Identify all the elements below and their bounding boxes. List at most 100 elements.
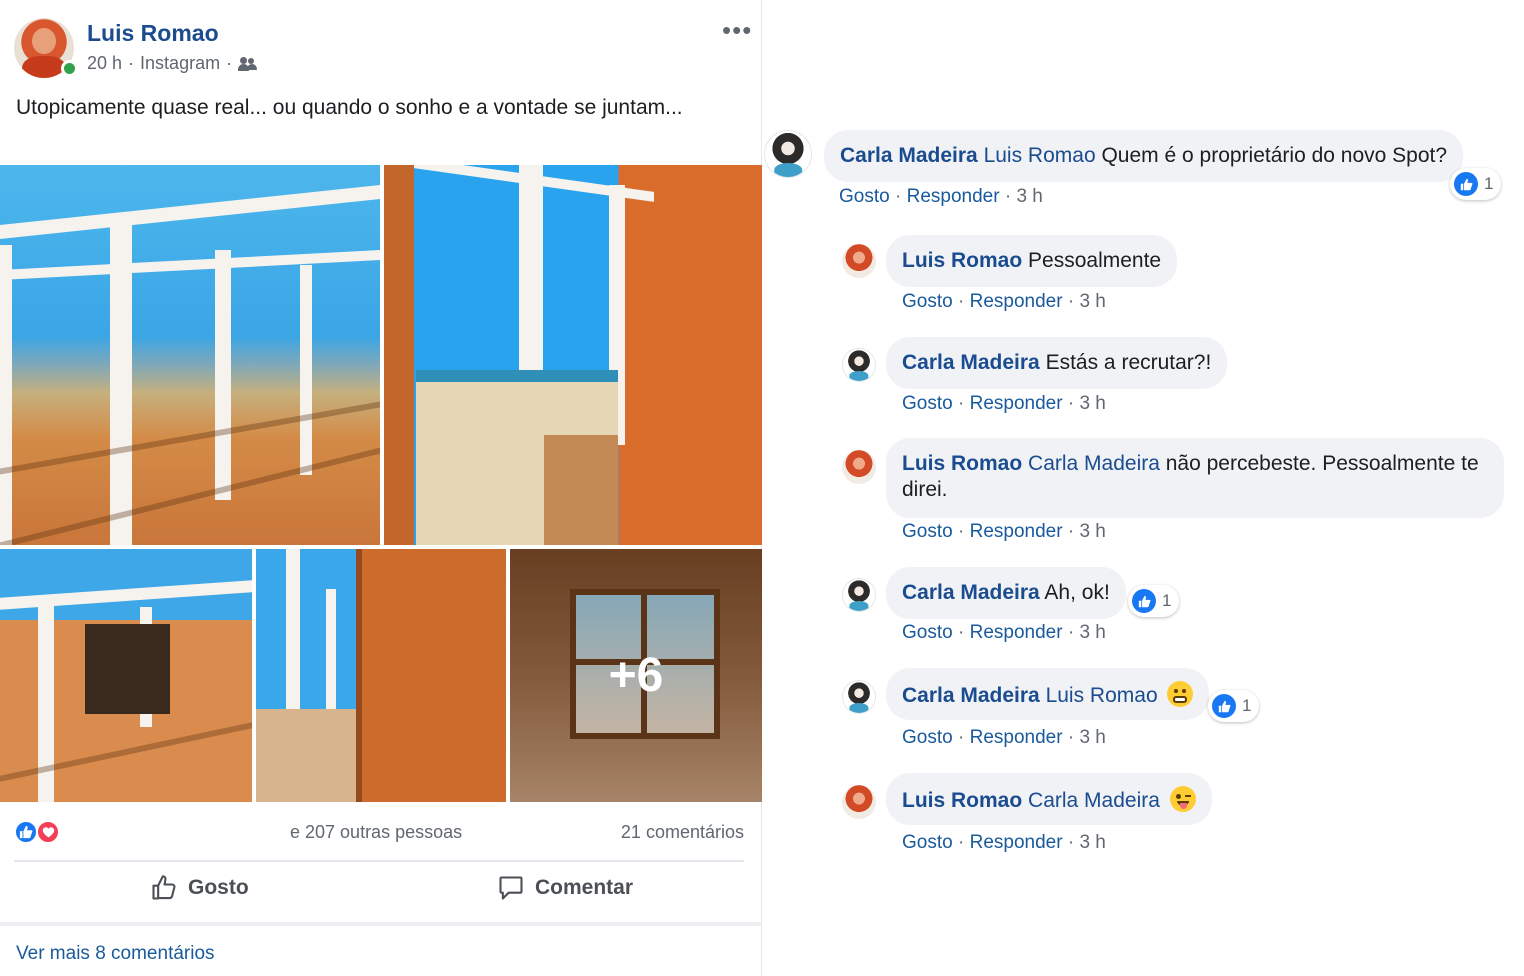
comment-reply-link[interactable]: Responder [970, 622, 1063, 643]
comment-text: Estás a recrutar?! [1045, 351, 1212, 374]
avatar[interactable] [842, 244, 876, 278]
meta-separator: · [894, 186, 902, 207]
comment-like-badge[interactable]: 1 [1208, 690, 1260, 722]
facebook-post: Luis Romao 20 h · Instagram · ••• Utopic… [0, 0, 762, 976]
post-text: Utopicamente quase real... ou quando o s… [16, 96, 683, 119]
comment-actions: Gosto · Responder · 3 h [902, 291, 1106, 313]
comment-reply-link[interactable]: Responder [970, 291, 1063, 312]
post-author-name[interactable]: Luis Romao [87, 20, 219, 47]
thumbs-up-icon [1132, 589, 1156, 613]
post-photo-5[interactable]: +6 [510, 549, 762, 802]
comment-text: Pessoalmente [1028, 249, 1162, 272]
comment-like-badge[interactable]: 1 [1450, 168, 1502, 200]
meta-separator: · [957, 521, 965, 542]
meta-separator: · [1067, 393, 1075, 414]
comment-text: Ah, ok! [1044, 581, 1110, 604]
comment-author[interactable]: Carla Madeira [902, 351, 1040, 374]
like-count: 1 [1484, 174, 1494, 193]
comment-reply-link[interactable]: Responder [907, 186, 1000, 207]
meta-separator: · [957, 727, 965, 748]
divider [14, 860, 744, 862]
comment-reply-link[interactable]: Responder [970, 832, 1063, 853]
more-photos-count[interactable]: +6 [510, 549, 762, 802]
meta-separator: · [128, 53, 135, 73]
thumbs-up-icon [1454, 172, 1478, 196]
like-button-label: Gosto [188, 876, 249, 899]
reactions-summary: e 207 outras pessoas 21 comentários [14, 818, 744, 848]
comment-bubble: Carla Madeira Ah, ok! [886, 567, 1126, 619]
like-button[interactable]: Gosto [150, 874, 249, 902]
comment-time[interactable]: 3 h [1079, 291, 1105, 312]
comment-author[interactable]: Carla Madeira [840, 144, 978, 167]
comment-bubble-icon [499, 876, 523, 900]
comments-count[interactable]: 21 comentários [621, 822, 744, 843]
comment-actions: Gosto · Responder · 3 h [902, 521, 1106, 543]
comment-actions: Gosto · Responder · 3 h [902, 727, 1106, 749]
avatar[interactable] [842, 785, 876, 819]
comment-like-link[interactable]: Gosto [902, 727, 953, 748]
comment-time[interactable]: 3 h [1016, 186, 1042, 207]
meta-separator: · [1067, 622, 1075, 643]
meta-separator: · [1067, 832, 1075, 853]
comment-author[interactable]: Carla Madeira [902, 684, 1040, 707]
post-time[interactable]: 20 h [87, 53, 122, 74]
friends-audience-icon[interactable] [238, 56, 258, 72]
comment-author[interactable]: Luis Romao [902, 452, 1022, 475]
post-photo-4[interactable] [256, 549, 506, 802]
comment-like-link[interactable]: Gosto [902, 622, 953, 643]
comment-like-link[interactable]: Gosto [902, 291, 953, 312]
avatar[interactable] [842, 578, 876, 612]
see-more-comments-link[interactable]: Ver mais 8 comentários [16, 943, 215, 965]
comment-mention[interactable]: Carla Madeira [1028, 789, 1160, 812]
meta-separator: · [1067, 727, 1075, 748]
comment-bubble: Carla Madeira Luis Romao Quem é o propri… [824, 130, 1464, 182]
comment-bubble: Luis Romao Carla Madeira não percebeste.… [886, 438, 1504, 518]
avatar[interactable] [764, 130, 812, 178]
post-photo-3[interactable] [0, 549, 252, 802]
comment-reply-link[interactable]: Responder [970, 393, 1063, 414]
meta-separator: · [957, 393, 965, 414]
avatar[interactable] [842, 450, 876, 484]
avatar[interactable] [842, 680, 876, 714]
comment-mention[interactable]: Luis Romao [984, 144, 1096, 167]
comment-like-link[interactable]: Gosto [839, 186, 890, 207]
comment-actions: Gosto · Responder · 3 h [839, 186, 1043, 208]
comment-time[interactable]: 3 h [1079, 521, 1105, 542]
comment-reply-link[interactable]: Responder [970, 727, 1063, 748]
avatar[interactable] [842, 348, 876, 382]
thumbs-up-icon [152, 875, 176, 900]
comment-time[interactable]: 3 h [1079, 622, 1105, 643]
like-count: 1 [1162, 591, 1172, 610]
comment-author[interactable]: Carla Madeira [902, 581, 1040, 604]
meta-separator: · [957, 291, 965, 312]
winking-tongue-face-icon [1169, 786, 1196, 812]
comment-button-label: Comentar [535, 876, 634, 899]
more-options-icon[interactable]: ••• [722, 17, 752, 43]
comment-like-link[interactable]: Gosto [902, 393, 953, 414]
meta-separator: · [957, 832, 965, 853]
comment-bubble: Luis Romao Carla Madeira [886, 773, 1212, 825]
comment-text: Quem é o proprietário do novo Spot? [1095, 144, 1448, 167]
comment-author[interactable]: Luis Romao [902, 249, 1022, 272]
comment-like-badge[interactable]: 1 [1128, 585, 1180, 617]
comment-mention[interactable]: Luis Romao [1046, 684, 1158, 707]
comment-actions: Gosto · Responder · 3 h [902, 393, 1106, 415]
meta-separator: · [957, 622, 965, 643]
comment-time[interactable]: 3 h [1079, 727, 1105, 748]
comment-author[interactable]: Luis Romao [902, 789, 1022, 812]
comments-thread: Carla Madeira Luis Romao Quem é o propri… [762, 0, 1524, 976]
post-photo-1[interactable] [0, 165, 380, 545]
comment-like-link[interactable]: Gosto [902, 521, 953, 542]
like-reaction-icon[interactable] [14, 820, 38, 844]
comment-time[interactable]: 3 h [1079, 393, 1105, 414]
love-reaction-icon[interactable] [36, 820, 60, 844]
reactions-count-text[interactable]: e 207 outras pessoas [290, 822, 462, 843]
comment-button[interactable]: Comentar [497, 874, 633, 902]
divider [0, 922, 762, 926]
post-photo-2[interactable] [384, 165, 762, 545]
post-meta: 20 h · Instagram · [87, 53, 258, 74]
comment-reply-link[interactable]: Responder [970, 521, 1063, 542]
comment-mention[interactable]: Carla Madeira [1028, 452, 1160, 475]
comment-like-link[interactable]: Gosto [902, 832, 953, 853]
comment-time[interactable]: 3 h [1079, 832, 1105, 853]
